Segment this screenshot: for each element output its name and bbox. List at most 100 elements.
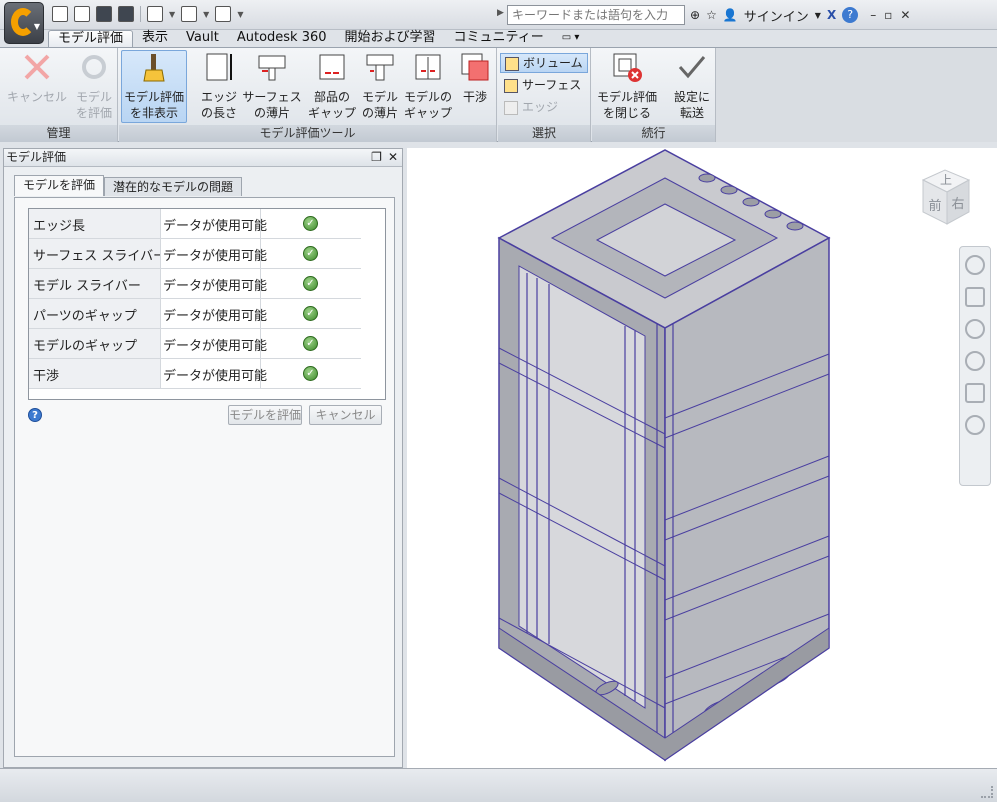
table-row[interactable]: サーフェス スライバー データが使用可能 ✓: [29, 239, 361, 269]
evaluate-label-2: を評価: [75, 106, 112, 120]
exchange-icon[interactable]: X: [827, 8, 836, 22]
cancel-button[interactable]: キャンセル: [309, 405, 382, 425]
select-volume-label: ボリューム: [523, 56, 583, 70]
check-name-cell: 干渉: [29, 359, 161, 388]
tab-vault[interactable]: Vault: [177, 30, 228, 47]
chevron-down-icon[interactable]: ▼: [203, 10, 209, 19]
model-sliver-icon: [364, 51, 396, 83]
evaluate-model-button[interactable]: モデルを評価: [228, 405, 302, 425]
select-surface-option[interactable]: サーフェス: [500, 76, 588, 96]
measure-icon[interactable]: [215, 6, 232, 22]
model-sliver-button[interactable]: モデル の薄片: [359, 51, 401, 121]
select-edge-label: エッジ: [522, 100, 559, 114]
table-row[interactable]: モデル スライバー データが使用可能 ✓: [29, 269, 361, 299]
help-circle-icon[interactable]: ?: [842, 7, 859, 23]
check-name-cell: エッジ長: [29, 209, 161, 238]
evaluation-table: エッジ長 データが使用可能 ✓ サーフェス スライバー データが使用可能 ✓ モ…: [28, 208, 386, 400]
application-menu-button[interactable]: ▼: [4, 2, 44, 44]
panel-title-select: 選択: [498, 125, 590, 142]
transfer-to-settings-button[interactable]: 設定に 転送: [670, 51, 714, 121]
part-gap-button[interactable]: 部品の ギャップ: [307, 51, 357, 121]
model-gap-label-1: モデルの: [403, 90, 452, 104]
select-edge-option[interactable]: エッジ: [500, 98, 588, 118]
chevron-down-icon[interactable]: ▼: [815, 11, 821, 20]
status-cell: データが使用可能: [161, 359, 267, 388]
save-icon[interactable]: [96, 6, 112, 22]
model-gap-button[interactable]: モデルの ギャップ: [403, 51, 453, 121]
close-icon[interactable]: ✕: [388, 149, 398, 166]
pan-hand-icon[interactable]: [965, 287, 985, 307]
float-icon[interactable]: ❐: [371, 149, 382, 166]
status-cell: データが使用可能: [161, 209, 267, 238]
new-file-icon[interactable]: [52, 6, 68, 22]
tab-view[interactable]: 表示: [133, 30, 177, 47]
interference-label: 干渉: [462, 90, 487, 104]
chevron-down-icon: ▼: [33, 22, 40, 31]
3d-viewport[interactable]: 上 前 右: [407, 148, 997, 768]
tab-getting-started[interactable]: 開始および学習: [336, 30, 445, 47]
look-at-icon[interactable]: [965, 383, 985, 403]
model-gap-label-2: ギャップ: [403, 106, 452, 120]
minimize-icon[interactable]: –: [870, 8, 876, 22]
surface-sliver-icon: [256, 51, 288, 83]
status-cell: データが使用可能: [161, 329, 267, 358]
save-as-icon[interactable]: [118, 6, 134, 22]
viewcube-front-label[interactable]: 前: [928, 198, 941, 214]
resize-grip-icon[interactable]: [981, 786, 993, 798]
table-row[interactable]: 干渉 データが使用可能 ✓: [29, 359, 361, 389]
chevron-down-icon[interactable]: ▼: [169, 10, 175, 19]
evaluate-model-button[interactable]: モデル を評価: [72, 51, 116, 121]
panel-title: モデル評価: [6, 150, 67, 164]
panel-header: モデル評価 ❐ ✕: [4, 149, 402, 167]
tab-evaluate-model[interactable]: モデルを評価: [14, 175, 105, 196]
table-row[interactable]: モデルのギャップ データが使用可能 ✓: [29, 329, 361, 359]
status-cell: データが使用可能: [161, 269, 267, 298]
ribbon: キャンセル モデル を評価 管理 モデル評価 を非表示 エッジ の長さ サーフェ…: [0, 47, 997, 142]
help-icon[interactable]: ?: [28, 408, 42, 422]
orbit-icon[interactable]: [965, 351, 985, 371]
table-row[interactable]: パーツのギャップ データが使用可能 ✓: [29, 299, 361, 329]
close-icon[interactable]: ✕: [900, 8, 910, 22]
check-ok-icon: ✓: [303, 216, 318, 231]
check-name-cell: モデルのギャップ: [29, 329, 161, 358]
interference-button[interactable]: 干渉: [457, 51, 493, 105]
close-evaluation-icon: [611, 51, 643, 83]
open-folder-icon[interactable]: [74, 6, 90, 22]
tab-model-evaluation[interactable]: モデル評価: [48, 30, 134, 47]
restore-icon[interactable]: ▫: [884, 8, 892, 22]
ribbon-minimize-toggle[interactable]: ▭ ▾: [553, 30, 589, 47]
edge-length-button[interactable]: エッジ の長さ: [199, 51, 239, 121]
panel-tabs: モデルを評価 潜在的なモデルの問題: [14, 175, 243, 196]
cancel-button[interactable]: キャンセル: [6, 51, 68, 105]
hide-evaluation-button[interactable]: モデル評価 を非表示: [121, 50, 187, 123]
zoom-icon[interactable]: [965, 319, 985, 339]
toolbar-divider: [140, 6, 141, 22]
close-navbar-icon[interactable]: [965, 415, 985, 435]
tab-community[interactable]: コミュニティー: [445, 30, 553, 47]
status-cell: データが使用可能: [161, 239, 267, 268]
table-row[interactable]: エッジ長 データが使用可能 ✓: [29, 209, 361, 239]
tab-potential-issues[interactable]: 潜在的なモデルの問題: [104, 177, 243, 196]
viewcube-right-label[interactable]: 右: [951, 197, 964, 212]
import-icon[interactable]: [147, 6, 163, 22]
steering-wheel-icon[interactable]: [965, 255, 985, 275]
select-volume-option[interactable]: ボリューム: [500, 53, 588, 73]
brush-icon: [138, 51, 170, 83]
binoculars-icon[interactable]: ⊕: [690, 8, 700, 22]
viewcube-top-label[interactable]: 上: [940, 173, 952, 187]
search-input[interactable]: [507, 5, 685, 25]
close-evaluation-button[interactable]: モデル評価 を閉じる: [594, 51, 660, 121]
surface-sliver-button[interactable]: サーフェス の薄片: [241, 51, 303, 121]
search-expand-icon[interactable]: ▶: [497, 8, 504, 18]
title-right-group: ⊕ ☆ 👤 サインイン ▼ X ? – ▫ ✕: [690, 6, 910, 25]
interference-icon: [459, 51, 491, 83]
check-name-cell: パーツのギャップ: [29, 299, 161, 328]
tab-autodesk-360[interactable]: Autodesk 360: [228, 30, 336, 47]
hide-label-1: モデル評価: [123, 90, 184, 104]
star-icon[interactable]: ☆: [706, 8, 717, 22]
close-evaluation-label-2: を閉じる: [602, 106, 651, 120]
signin-button[interactable]: サインイン: [744, 6, 809, 25]
box-icon[interactable]: [181, 6, 198, 22]
viewcube[interactable]: 上 前 右: [917, 166, 977, 230]
customize-dropdown-icon[interactable]: ▼: [237, 10, 243, 19]
